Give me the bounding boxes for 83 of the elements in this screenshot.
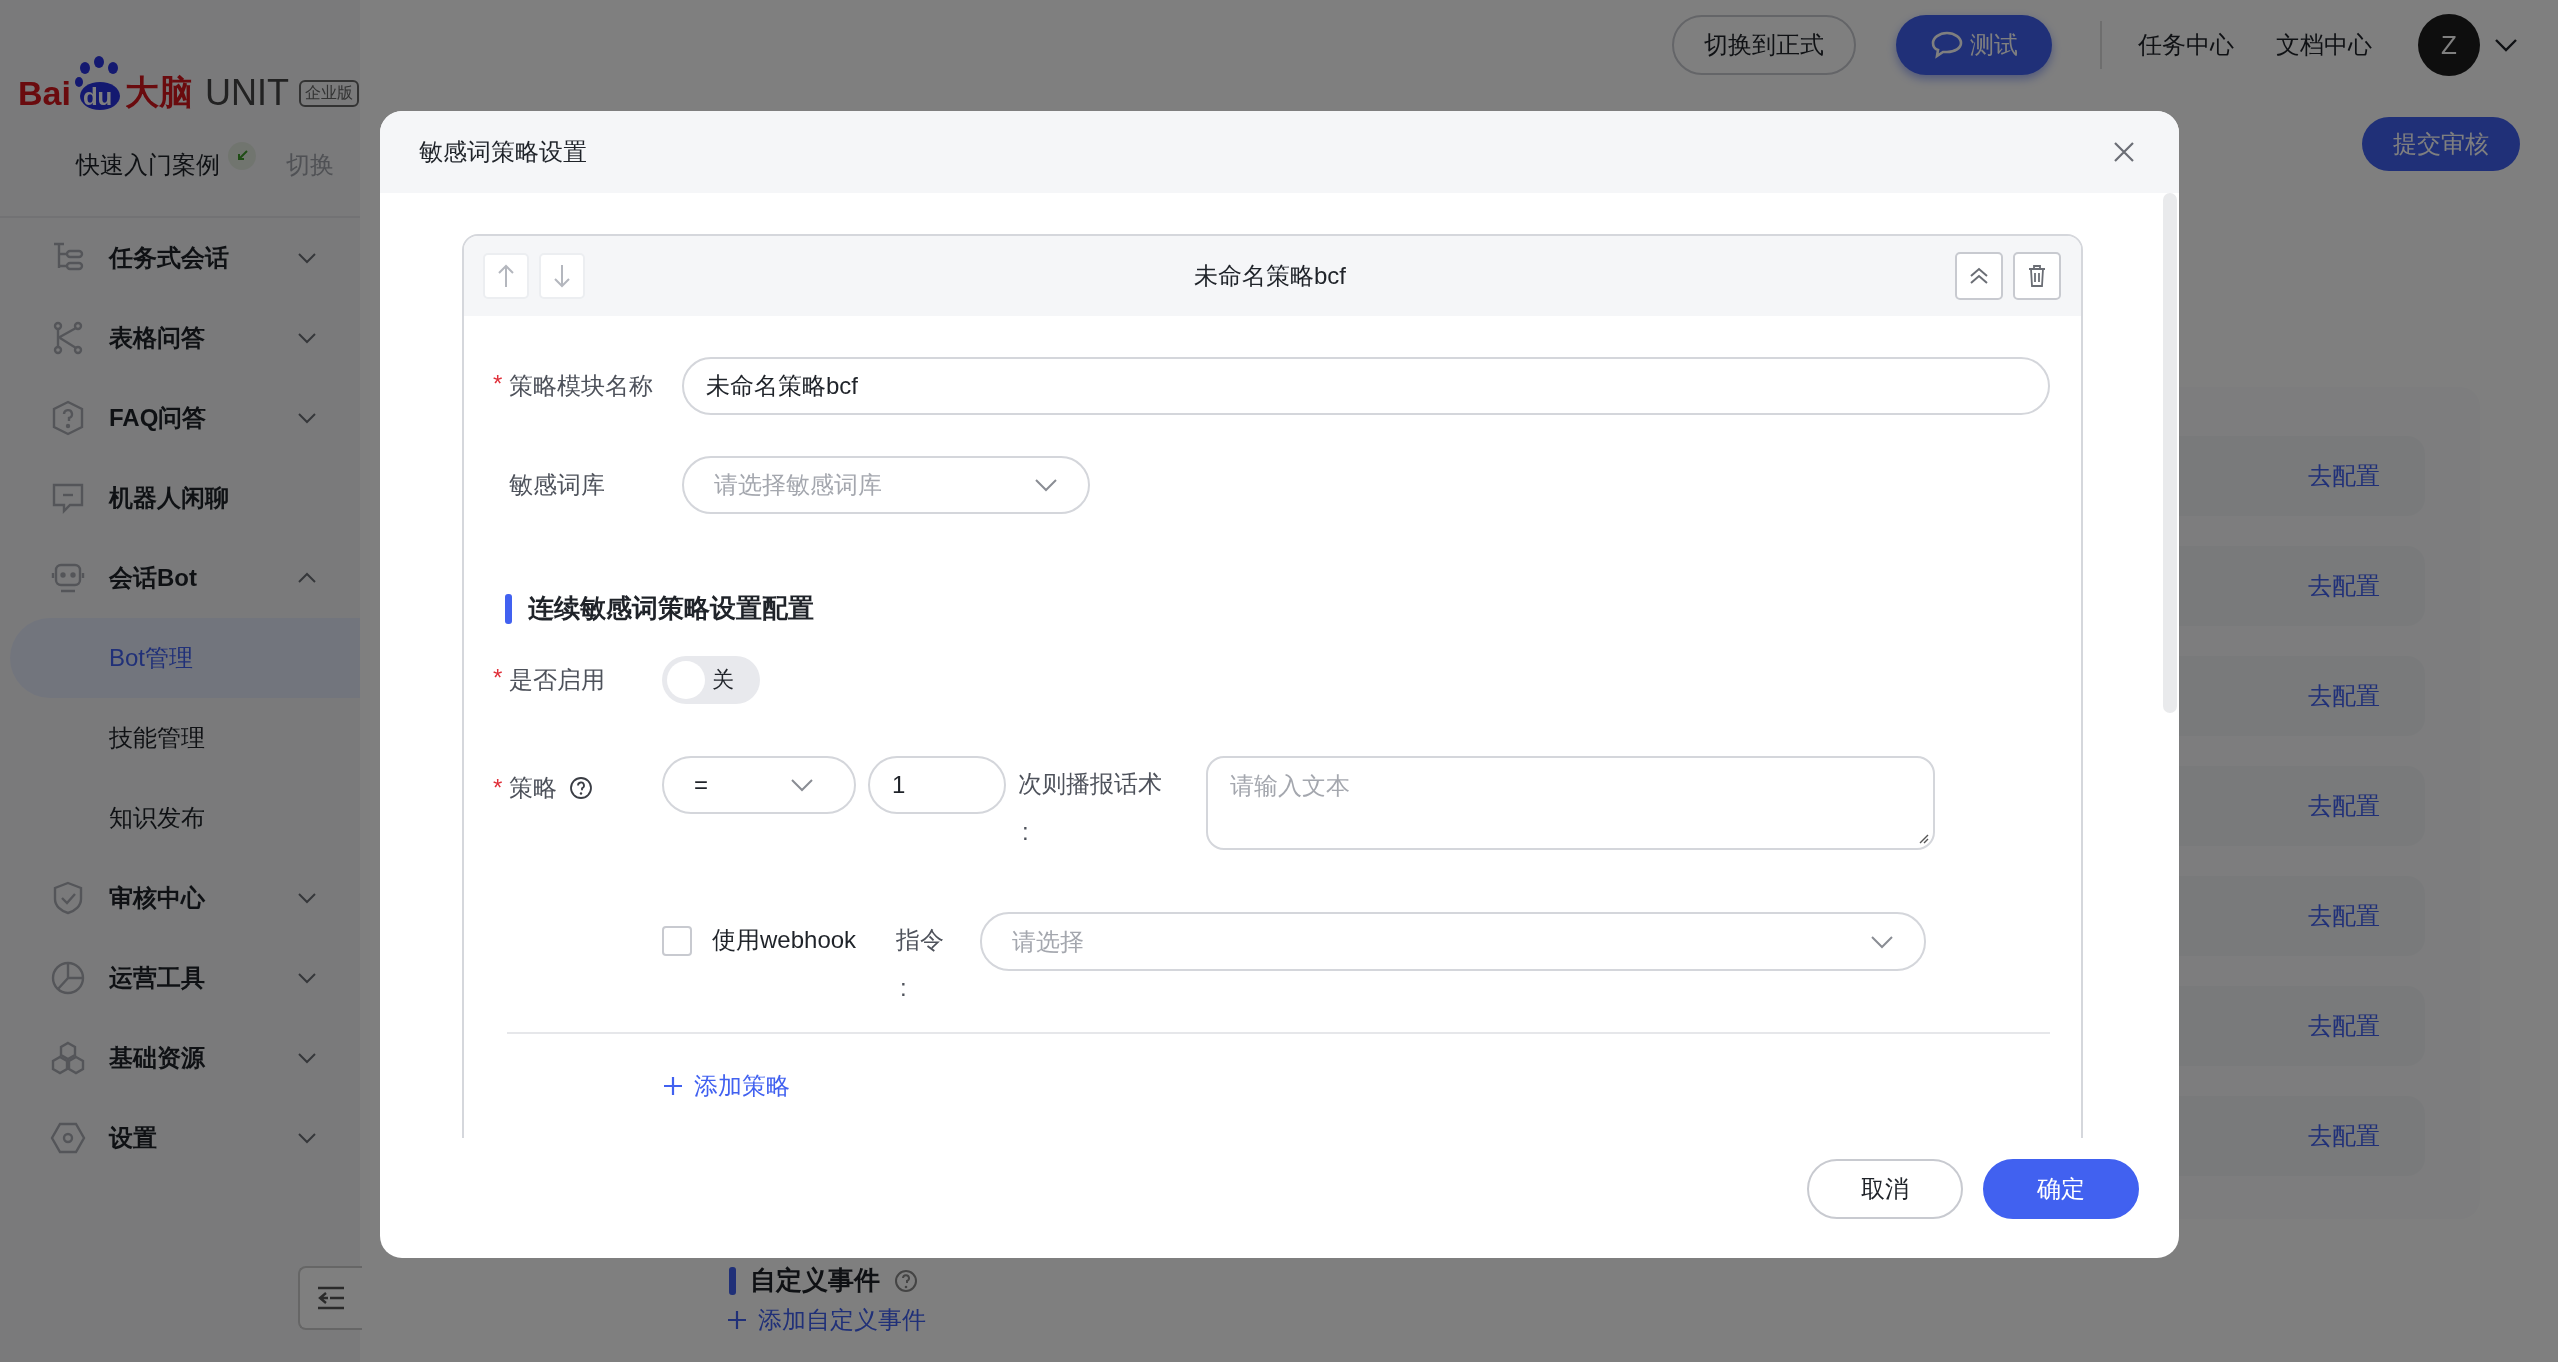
edition-badge: 企业版 <box>298 79 359 107</box>
menu-item[interactable]: 审核中心 <box>0 858 360 938</box>
switch-to-production-button[interactable]: 切换到正式 <box>1672 15 1856 75</box>
pie-chart-icon <box>50 960 86 996</box>
menu-item[interactable]: 运营工具 <box>0 938 360 1018</box>
plus-icon <box>726 1309 748 1331</box>
card-title: 未命名策略bcf <box>1193 261 1347 291</box>
collapse-button[interactable] <box>1955 252 2003 300</box>
quick-start-link[interactable]: 快速入门案例 <box>76 149 220 181</box>
field-label: 策略模块名称 <box>509 371 653 401</box>
field-label: 是否启用 <box>509 665 605 695</box>
input-field[interactable]: 未命名策略bcf <box>682 357 2050 415</box>
submenu-item[interactable]: 技能管理 <box>10 698 360 778</box>
add-strategy-link[interactable]: 添加策略 <box>662 1070 790 1102</box>
arrow-down-icon <box>552 263 572 289</box>
section-marker <box>505 593 512 624</box>
test-button[interactable]: 测试 <box>1896 15 2052 75</box>
paw-icon <box>72 56 123 112</box>
resize-handle-icon[interactable] <box>1917 832 1929 844</box>
add-custom-event-link[interactable]: 添加自定义事件 <box>726 1304 926 1336</box>
submit-review-button[interactable]: 提交审核 <box>2362 117 2520 171</box>
hexagons-icon <box>50 1040 86 1076</box>
plus-icon <box>662 1075 684 1097</box>
help-icon[interactable] <box>569 776 593 800</box>
menu-item[interactable]: 会话Bot <box>0 538 360 618</box>
logo-text: Bai <box>18 73 71 113</box>
settings-icon <box>50 1120 86 1156</box>
field-label: 指令 <box>896 925 945 955</box>
collapse-button[interactable] <box>298 1266 362 1330</box>
nav-link[interactable]: 任务中心 <box>2138 29 2234 61</box>
colon: : <box>899 974 908 1002</box>
product-name: UNIT <box>204 72 289 114</box>
collapse-icon <box>316 1285 346 1311</box>
menu-item[interactable]: 机器人闲聊 <box>0 458 360 538</box>
configure-link[interactable]: 去配置 <box>2308 790 2380 822</box>
menu-item[interactable]: 任务式会话 <box>0 218 360 298</box>
select-field[interactable]: 请选择 <box>980 912 1927 971</box>
checkbox[interactable] <box>662 926 692 956</box>
menu-item[interactable]: 表格问答 <box>0 298 360 378</box>
count-input[interactable]: 1 <box>868 756 1006 814</box>
menu-item[interactable]: 设置 <box>0 1098 360 1178</box>
delete-button[interactable] <box>2013 252 2061 300</box>
logo-text: du <box>82 83 113 111</box>
section-title: 连续敏感词策略设置配置 <box>528 592 814 625</box>
nav-link[interactable]: 文档中心 <box>2276 29 2372 61</box>
submenu-item[interactable]: 知识发布 <box>10 778 360 858</box>
field-label: 敏感词库 <box>509 470 605 500</box>
chevron-icon <box>1870 934 1895 949</box>
help-shield-icon <box>50 400 86 436</box>
chat-bubble-icon <box>1930 30 1964 60</box>
close-icon[interactable] <box>2113 141 2135 163</box>
configure-link[interactable]: 去配置 <box>2308 900 2380 932</box>
double-chevron-up-icon <box>1968 266 1990 286</box>
configure-link[interactable]: 去配置 <box>2308 1120 2380 1152</box>
logo-text: 大脑 <box>124 72 193 113</box>
menu-item[interactable]: 基础资源 <box>0 1018 360 1098</box>
field-label: 次则播报话术 <box>1018 769 1162 799</box>
toggle-switch[interactable]: 关 <box>662 656 760 704</box>
section-title: 自定义事件 <box>750 1264 880 1297</box>
colon: : <box>1021 818 1030 846</box>
dialog-title: 敏感词策略设置 <box>419 137 587 167</box>
arrow-up-icon <box>496 263 516 289</box>
configure-link[interactable]: 去配置 <box>2308 570 2380 602</box>
configure-link[interactable]: 去配置 <box>2308 1010 2380 1042</box>
chevron-icon <box>790 778 814 792</box>
submenu-item[interactable]: Bot管理 <box>10 618 360 698</box>
field-label: 策略 <box>509 773 557 803</box>
chevron-icon[interactable] <box>2494 38 2518 52</box>
checkbox-label[interactable]: 使用webhook <box>712 924 857 956</box>
trash-icon <box>2027 264 2047 288</box>
section-marker <box>729 1266 736 1295</box>
help-icon <box>894 1268 918 1293</box>
cancel-button[interactable]: 取消 <box>1807 1159 1963 1219</box>
strategy-card: 未命名策略bcf * 策略模块名称 未命名策略bcf 敏感词库 请选择敏感词库 连续敏感词策略设置配置 * 是否启用 关 * 策略 = 1 次则播报话术 : 请输入文本 使用webhook 指令 : 请选择 添加策略 <box>462 234 2083 1138</box>
avatar[interactable]: Z <box>2418 14 2480 76</box>
menu-item[interactable]: FAQ问答 <box>0 378 360 458</box>
chevron-icon <box>1034 478 1058 492</box>
operator-select[interactable]: = <box>662 756 856 814</box>
text-area[interactable]: 请输入文本 <box>1206 756 1935 850</box>
select-field[interactable]: 请选择敏感词库 <box>682 456 1090 514</box>
configure-link[interactable]: 去配置 <box>2308 680 2380 712</box>
confirm-button[interactable]: 确定 <box>1983 1159 2139 1219</box>
configure-link[interactable]: 去配置 <box>2308 460 2380 492</box>
